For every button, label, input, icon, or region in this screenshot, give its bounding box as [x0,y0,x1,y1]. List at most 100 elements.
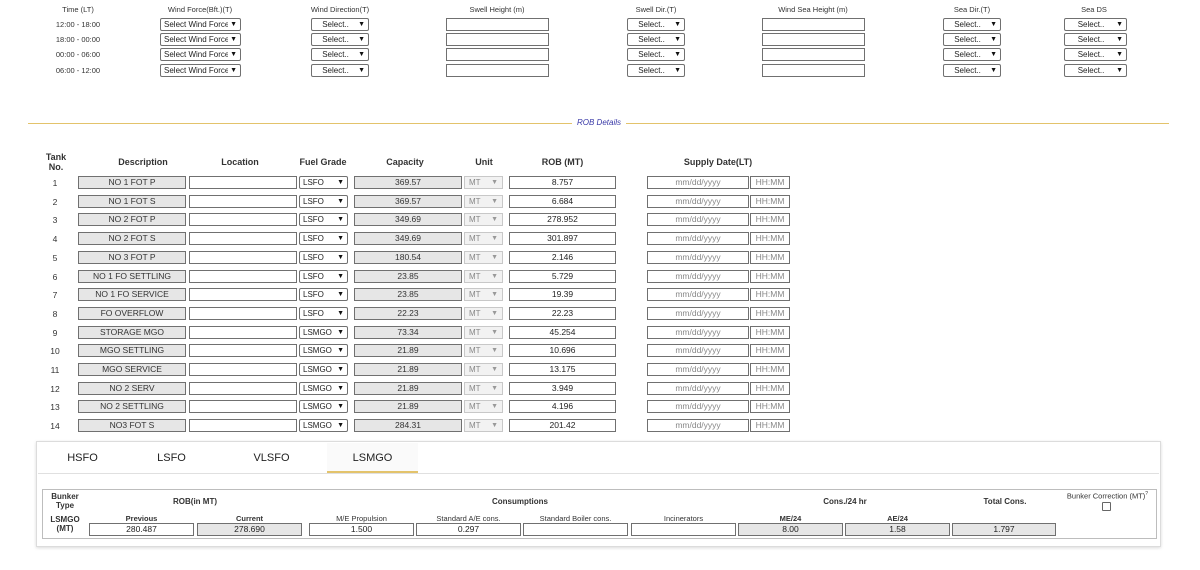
wind-force-select[interactable]: Select Wind Force ▼ [160,33,241,46]
me-propulsion-input[interactable]: 1.500 [309,523,414,536]
wind-sea-height-input[interactable] [762,33,865,46]
swell-height-input[interactable] [446,33,549,46]
rob-mt-input[interactable]: 45.254 [509,325,616,339]
rob-mt-input[interactable]: 2.146 [509,250,616,264]
std-boiler-input[interactable] [523,523,628,536]
swell-dir-select[interactable]: Select.. ▼ [627,33,685,46]
supply-date-input[interactable]: mm/dd/yyyy [647,400,749,414]
fuel-grade-select[interactable]: LSFO ▼ [299,288,348,302]
swell-height-input[interactable] [446,64,549,77]
rob-mt-input[interactable]: 22.23 [509,306,616,320]
fuel-grade-select[interactable]: LSFO ▼ [299,269,348,283]
sea-ds-select[interactable]: Select.. ▼ [1064,64,1127,77]
rob-mt-input[interactable]: 8.757 [509,176,616,189]
supply-date-input[interactable]: mm/dd/yyyy [647,325,749,339]
tank-location-input[interactable] [189,194,297,208]
supply-date-input[interactable]: mm/dd/yyyy [647,288,749,302]
wind-direction-select[interactable]: Select.. ▼ [311,18,369,31]
bunker-correction-checkbox[interactable] [1102,502,1111,511]
wind-sea-height-input[interactable] [762,48,865,61]
tank-location-input[interactable] [189,176,297,189]
supply-date-input[interactable]: mm/dd/yyyy [647,232,749,246]
supply-date-input[interactable]: mm/dd/yyyy [647,363,749,376]
supply-time-input[interactable]: HH:MM [750,176,790,189]
rob-mt-input[interactable]: 10.696 [509,344,616,358]
supply-date-input[interactable]: mm/dd/yyyy [647,269,749,283]
fuel-grade-select[interactable]: LSFO ▼ [299,176,348,189]
supply-date-input[interactable]: mm/dd/yyyy [647,306,749,320]
tank-location-input[interactable] [189,344,297,358]
rob-mt-input[interactable]: 278.952 [509,213,616,227]
supply-time-input[interactable]: HH:MM [750,269,790,283]
fuel-grade-select[interactable]: LSMGO ▼ [299,344,348,358]
tank-location-input[interactable] [189,381,297,395]
swell-dir-select[interactable]: Select.. ▼ [627,18,685,31]
sea-ds-select[interactable]: Select.. ▼ [1064,33,1127,46]
wind-sea-height-input[interactable] [762,18,865,31]
supply-time-input[interactable]: HH:MM [750,381,790,395]
std-ae-input[interactable]: 0.297 [416,523,521,536]
supply-date-input[interactable]: mm/dd/yyyy [647,381,749,395]
sea-ds-select[interactable]: Select.. ▼ [1064,18,1127,31]
supply-time-input[interactable]: HH:MM [750,250,790,264]
rob-mt-input[interactable]: 3.949 [509,381,616,395]
help-icon[interactable]: ? [1145,491,1148,497]
sea-dir-select[interactable]: Select.. ▼ [943,64,1001,77]
supply-time-input[interactable]: HH:MM [750,325,790,339]
supply-date-input[interactable]: mm/dd/yyyy [647,213,749,227]
fuel-grade-select[interactable]: LSFO ▼ [299,213,348,227]
fuel-grade-select[interactable]: LSMGO ▼ [299,400,348,414]
tank-location-input[interactable] [189,288,297,302]
tank-location-input[interactable] [189,269,297,283]
supply-time-input[interactable]: HH:MM [750,400,790,414]
fuel-grade-select[interactable]: LSFO ▼ [299,306,348,320]
sea-dir-select[interactable]: Select.. ▼ [943,33,1001,46]
fuel-grade-select[interactable]: LSMGO ▼ [299,325,348,339]
rob-mt-input[interactable]: 19.39 [509,288,616,302]
tab-vlsfo[interactable]: VLSFO [216,443,327,473]
tab-lsfo[interactable]: LSFO [127,443,216,473]
supply-time-input[interactable]: HH:MM [750,306,790,320]
rob-mt-input[interactable]: 5.729 [509,269,616,283]
swell-height-input[interactable] [446,48,549,61]
fuel-grade-select[interactable]: LSFO ▼ [299,232,348,246]
tank-location-input[interactable] [189,250,297,264]
fuel-grade-select[interactable]: LSFO ▼ [299,194,348,208]
wind-force-select[interactable]: Select Wind Force ▼ [160,18,241,31]
tank-location-input[interactable] [189,419,297,433]
sea-dir-select[interactable]: Select.. ▼ [943,18,1001,31]
tank-location-input[interactable] [189,400,297,414]
wind-direction-select[interactable]: Select.. ▼ [311,64,369,77]
wind-force-select[interactable]: Select Wind Force ▼ [160,64,241,77]
rob-mt-input[interactable]: 301.897 [509,232,616,246]
fuel-grade-select[interactable]: LSFO ▼ [299,250,348,264]
incinerators-input[interactable] [631,523,736,536]
supply-time-input[interactable]: HH:MM [750,344,790,358]
tank-location-input[interactable] [189,232,297,246]
supply-date-input[interactable]: mm/dd/yyyy [647,344,749,358]
sea-dir-select[interactable]: Select.. ▼ [943,48,1001,61]
supply-time-input[interactable]: HH:MM [750,232,790,246]
rob-mt-input[interactable]: 201.42 [509,419,616,433]
supply-time-input[interactable]: HH:MM [750,213,790,227]
tank-location-input[interactable] [189,363,297,376]
wind-direction-select[interactable]: Select.. ▼ [311,33,369,46]
supply-date-input[interactable]: mm/dd/yyyy [647,250,749,264]
rob-mt-input[interactable]: 4.196 [509,400,616,414]
supply-time-input[interactable]: HH:MM [750,288,790,302]
previous-rob-input[interactable]: 280.487 [89,523,194,536]
wind-force-select[interactable]: Select Wind Force ▼ [160,48,241,61]
swell-dir-select[interactable]: Select.. ▼ [627,48,685,61]
fuel-grade-select[interactable]: LSMGO ▼ [299,363,348,376]
fuel-grade-select[interactable]: LSMGO ▼ [299,419,348,433]
supply-date-input[interactable]: mm/dd/yyyy [647,194,749,208]
supply-time-input[interactable]: HH:MM [750,363,790,376]
tank-location-input[interactable] [189,325,297,339]
swell-dir-select[interactable]: Select.. ▼ [627,64,685,77]
supply-date-input[interactable]: mm/dd/yyyy [647,419,749,433]
rob-mt-input[interactable]: 6.684 [509,194,616,208]
sea-ds-select[interactable]: Select.. ▼ [1064,48,1127,61]
supply-time-input[interactable]: HH:MM [750,419,790,433]
supply-time-input[interactable]: HH:MM [750,194,790,208]
fuel-grade-select[interactable]: LSMGO ▼ [299,381,348,395]
